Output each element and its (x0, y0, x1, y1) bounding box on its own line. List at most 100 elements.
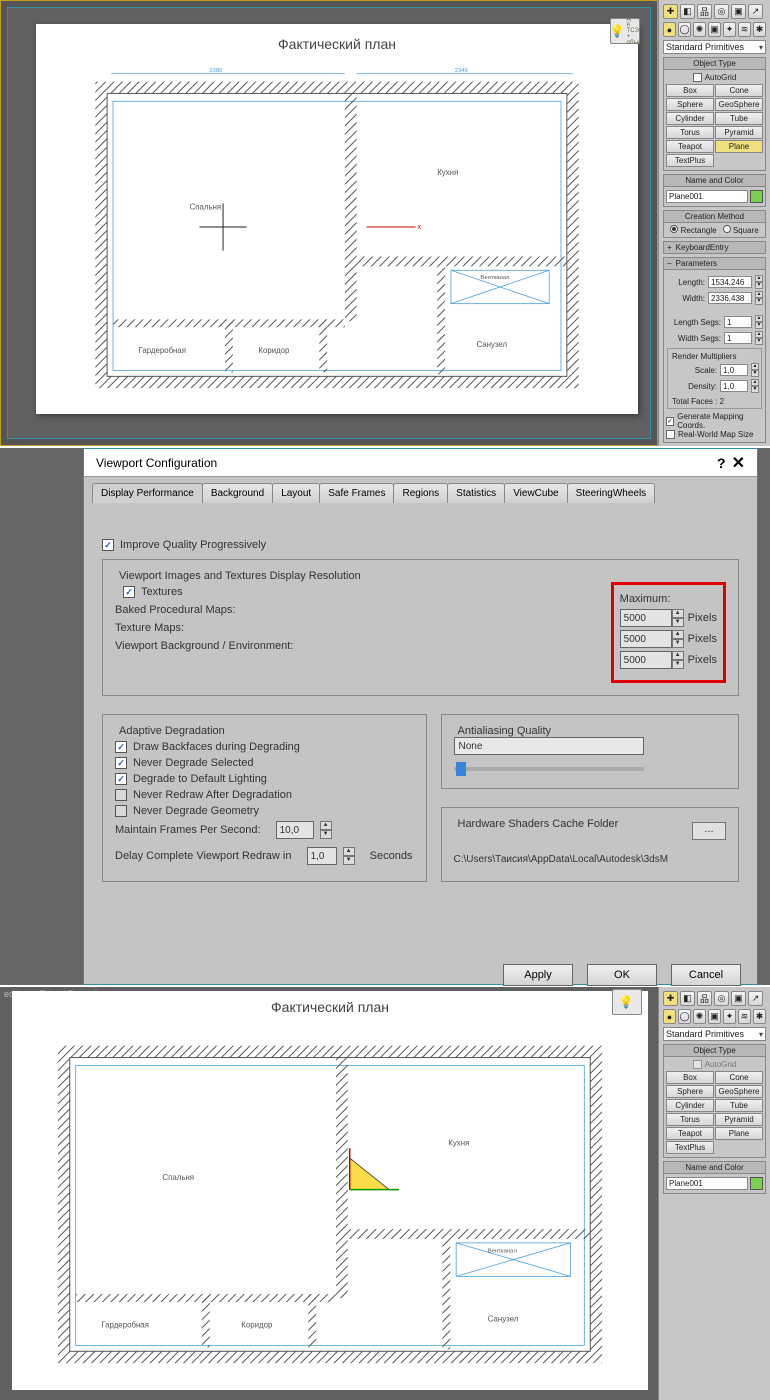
rollout-parameters[interactable]: −Parameters (663, 257, 766, 270)
cameras-icon[interactable]: ▣ (708, 1009, 721, 1024)
color-swatch[interactable] (750, 190, 763, 203)
apply-button[interactable]: Apply (503, 964, 573, 986)
tab-steeringwheels[interactable]: SteeringWheels (567, 483, 656, 503)
create-tab-icon[interactable]: ✚ (663, 4, 678, 19)
wsegs-spinner[interactable]: 1 (724, 332, 752, 344)
length-spinner[interactable]: 1534,246 (708, 276, 752, 288)
scale-spinner[interactable]: 1,0 (720, 364, 748, 376)
lights-icon[interactable]: ✺ (693, 1009, 706, 1024)
help-button[interactable]: ? (717, 455, 726, 471)
aa-mode-dropdown[interactable]: None (454, 737, 644, 755)
density-spinner[interactable]: 1,0 (720, 380, 748, 392)
texture-maps-spinner[interactable]: 5000 (620, 630, 672, 648)
shapes-icon[interactable]: ◯ (678, 22, 691, 37)
utilities-tab-icon[interactable]: ↗ (748, 4, 763, 19)
btn-plane[interactable]: Plane (715, 1127, 763, 1140)
tab-background[interactable]: Background (202, 483, 273, 503)
rollout-keyboard-entry[interactable]: +KeyboardEntry (663, 241, 766, 254)
color-swatch[interactable] (750, 1177, 763, 1190)
radio-square[interactable] (723, 225, 731, 233)
cameras-icon[interactable]: ▣ (708, 22, 721, 37)
cancel-button[interactable]: Cancel (671, 964, 741, 986)
fps-spinner[interactable]: 10,0 (276, 821, 314, 839)
viewport-frame[interactable]: Фактический план (0, 0, 658, 446)
btn-torus[interactable]: Torus (666, 126, 714, 139)
shapes-icon[interactable]: ◯ (678, 1009, 691, 1024)
degrade-default-lighting-checkbox[interactable]: ✓ (115, 773, 127, 785)
btn-textplus[interactable]: TextPlus (666, 1141, 714, 1154)
object-name-input[interactable]: Plane001 (666, 1177, 748, 1190)
display-tab-icon[interactable]: ▣ (731, 4, 746, 19)
geometry-icon[interactable]: ● (663, 22, 676, 37)
btn-textplus[interactable]: TextPlus (666, 154, 714, 167)
btn-cone[interactable]: Cone (715, 1071, 763, 1084)
hierarchy-tab-icon[interactable]: 品 (697, 4, 712, 19)
vp-bg-spinner[interactable]: 5000 (620, 651, 672, 669)
close-icon[interactable]: ✕ (732, 455, 745, 472)
baked-maps-spinner[interactable]: 5000 (620, 609, 672, 627)
viewport-light-button[interactable]: 💡Д + я ТСЭ + объе (610, 18, 640, 44)
dialog-region: Viewport Configuration ?✕ Display Perfor… (0, 446, 770, 985)
btn-cone[interactable]: Cone (715, 84, 763, 97)
btn-geosphere[interactable]: GeoSphere (715, 1085, 763, 1098)
lsegs-spinner[interactable]: 1 (724, 316, 752, 328)
gen-mapping-checkbox[interactable]: ✓ (666, 417, 674, 426)
btn-cylinder[interactable]: Cylinder (666, 112, 714, 125)
delay-spinner[interactable]: 1,0 (307, 847, 337, 865)
object-name-input[interactable]: Plane001 (666, 190, 748, 203)
helpers-icon[interactable]: ✦ (723, 1009, 736, 1024)
btn-teapot[interactable]: Teapot (666, 140, 714, 153)
primitive-category-select[interactable]: Standard Primitives (663, 1027, 766, 1041)
systems-icon[interactable]: ✱ (753, 22, 766, 37)
btn-teapot[interactable]: Teapot (666, 1127, 714, 1140)
viewport-frame-bottom[interactable]: ectiv... » Edged Faces ] Фактический пла… (0, 987, 658, 1400)
aa-slider[interactable] (454, 767, 644, 771)
browse-button[interactable]: ... (692, 822, 726, 840)
radio-rectangle[interactable] (670, 225, 678, 233)
ok-button[interactable]: OK (587, 964, 657, 986)
btn-plane[interactable]: Plane (715, 140, 763, 153)
geometry-icon[interactable]: ● (663, 1009, 676, 1024)
helpers-icon[interactable]: ✦ (723, 22, 736, 37)
real-world-checkbox[interactable] (666, 430, 675, 439)
btn-tube[interactable]: Tube (715, 1099, 763, 1112)
spacewarps-icon[interactable]: ≋ (738, 22, 751, 37)
viewport-light-button[interactable]: 💡 (612, 989, 642, 1015)
btn-pyramid[interactable]: Pyramid (715, 1113, 763, 1126)
never-degrade-geom-checkbox[interactable] (115, 805, 127, 817)
btn-sphere[interactable]: Sphere (666, 98, 714, 111)
btn-box[interactable]: Box (666, 84, 714, 97)
improve-quality-checkbox[interactable]: ✓ (102, 539, 114, 551)
autogrid-checkbox[interactable] (693, 73, 702, 82)
tab-safe-frames[interactable]: Safe Frames (319, 483, 394, 503)
tab-display-performance[interactable]: Display Performance (92, 483, 203, 503)
tab-regions[interactable]: Regions (393, 483, 448, 503)
tab-statistics[interactable]: Statistics (447, 483, 505, 503)
lightbulb-icon: 💡 (619, 996, 634, 1008)
btn-sphere[interactable]: Sphere (666, 1085, 714, 1098)
never-degrade-selected-checkbox[interactable]: ✓ (115, 757, 127, 769)
btn-torus[interactable]: Torus (666, 1113, 714, 1126)
rollout-creation-method[interactable]: Creation Method (663, 210, 766, 223)
textures-checkbox[interactable]: ✓ (123, 586, 135, 598)
primitive-category-select[interactable]: Standard Primitives (663, 40, 766, 54)
rollout-name-color[interactable]: Name and Color (663, 1161, 766, 1174)
rollout-object-type[interactable]: Object Type (663, 1044, 766, 1057)
tab-layout[interactable]: Layout (272, 483, 320, 503)
btn-pyramid[interactable]: Pyramid (715, 126, 763, 139)
draw-backfaces-checkbox[interactable]: ✓ (115, 741, 127, 753)
btn-tube[interactable]: Tube (715, 112, 763, 125)
rollout-name-color[interactable]: Name and Color (663, 174, 766, 187)
btn-cylinder[interactable]: Cylinder (666, 1099, 714, 1112)
tab-viewcube[interactable]: ViewCube (504, 483, 567, 503)
motion-tab-icon[interactable]: ◎ (714, 4, 729, 19)
never-redraw-checkbox[interactable] (115, 789, 127, 801)
lights-icon[interactable]: ✺ (693, 22, 706, 37)
systems-icon[interactable]: ✱ (753, 1009, 766, 1024)
btn-box[interactable]: Box (666, 1071, 714, 1084)
btn-geosphere[interactable]: GeoSphere (715, 98, 763, 111)
width-spinner[interactable]: 2336,438 (708, 292, 752, 304)
rollout-object-type[interactable]: Object Type (663, 57, 766, 70)
modify-tab-icon[interactable]: ◧ (680, 4, 695, 19)
spacewarps-icon[interactable]: ≋ (738, 1009, 751, 1024)
